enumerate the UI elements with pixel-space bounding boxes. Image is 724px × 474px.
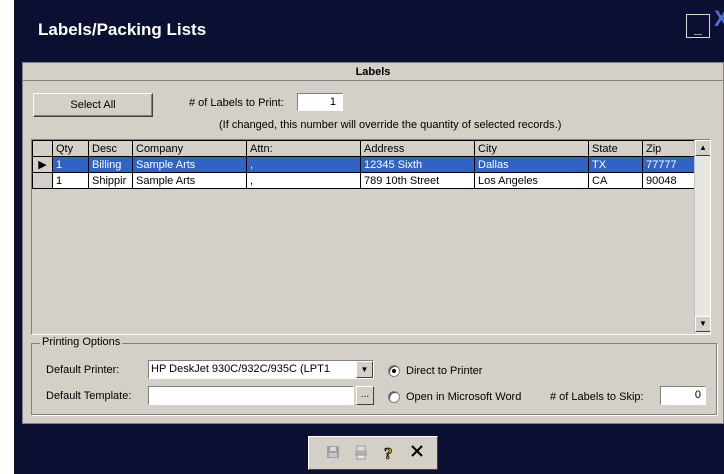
direct-to-printer-radio[interactable] bbox=[388, 365, 400, 377]
dialog-frame: Labels Select All # of Labels to Print: … bbox=[14, 58, 724, 430]
save-icon[interactable] bbox=[323, 444, 343, 464]
cell-zip[interactable]: 90048 bbox=[642, 172, 695, 189]
scroll-down-icon[interactable]: ▼ bbox=[695, 316, 710, 332]
column-header-attn[interactable]: Attn: bbox=[246, 140, 361, 157]
cell-qty[interactable]: 1 bbox=[52, 156, 89, 173]
default-printer-label: Default Printer: bbox=[46, 364, 120, 376]
minimize-button[interactable]: _ bbox=[686, 14, 710, 38]
title-bar: Labels/Packing Lists _ X bbox=[14, 0, 724, 58]
printing-options-legend: Printing Options bbox=[40, 336, 123, 348]
cell-state[interactable]: CA bbox=[588, 172, 643, 189]
window-title: Labels/Packing Lists bbox=[38, 20, 207, 39]
scroll-up-icon[interactable]: ▲ bbox=[695, 140, 710, 156]
cell-city[interactable]: Los Angeles bbox=[474, 172, 589, 189]
chevron-down-icon[interactable]: ▼ bbox=[356, 361, 373, 378]
action-toolbar: ? bbox=[308, 436, 438, 470]
select-all-button[interactable]: Select All bbox=[33, 93, 153, 117]
open-in-word-label[interactable]: Open in Microsoft Word bbox=[406, 391, 521, 403]
cell-company[interactable]: Sample Arts bbox=[132, 172, 247, 189]
close-window-button[interactable]: X bbox=[714, 6, 724, 32]
row-indicator-icon: ▶ bbox=[32, 156, 53, 173]
open-in-word-radio[interactable] bbox=[388, 391, 400, 403]
labels-to-print-hint: (If changed, this number will override t… bbox=[219, 119, 562, 131]
browse-template-button[interactable]: ... bbox=[356, 386, 374, 405]
row-indicator-icon bbox=[32, 172, 53, 189]
printing-options-group: Printing Options Default Printer: HP Des… bbox=[31, 336, 717, 415]
cell-attn[interactable]: , bbox=[246, 156, 361, 173]
cell-desc[interactable]: Billing bbox=[88, 156, 133, 173]
labels-panel: Labels Select All # of Labels to Print: … bbox=[22, 62, 724, 424]
column-header-zip[interactable]: Zip bbox=[642, 140, 695, 157]
labels-to-print-input[interactable]: 1 bbox=[297, 93, 343, 111]
labels-to-skip-label: # of Labels to Skip: bbox=[550, 391, 644, 403]
records-grid[interactable]: Qty Desc Company Attn: Address City Stat… bbox=[31, 139, 711, 335]
default-printer-select[interactable]: HP DeskJet 930C/932C/935C (LPT1 ▼ bbox=[148, 360, 374, 379]
direct-to-printer-label[interactable]: Direct to Printer bbox=[406, 365, 482, 377]
table-row[interactable]: 1 Shippir Sample Arts , 789 10th Street … bbox=[32, 172, 695, 189]
column-header-qty[interactable]: Qty bbox=[52, 140, 89, 157]
cell-address[interactable]: 789 10th Street bbox=[360, 172, 475, 189]
column-header-desc[interactable]: Desc bbox=[88, 140, 133, 157]
help-icon[interactable]: ? bbox=[379, 444, 399, 464]
table-header-row: Qty Desc Company Attn: Address City Stat… bbox=[32, 140, 695, 157]
default-printer-value: HP DeskJet 930C/932C/935C (LPT1 bbox=[151, 363, 330, 375]
cell-company[interactable]: Sample Arts bbox=[132, 156, 247, 173]
cell-qty[interactable]: 1 bbox=[52, 172, 89, 189]
cell-state[interactable]: TX bbox=[588, 156, 643, 173]
column-header-company[interactable]: Company bbox=[132, 140, 247, 157]
print-icon[interactable] bbox=[351, 444, 371, 464]
bottom-bar: ? bbox=[14, 430, 724, 474]
cell-city[interactable]: Dallas bbox=[474, 156, 589, 173]
labels-to-skip-input[interactable]: 0 bbox=[660, 386, 706, 405]
column-header-address[interactable]: Address bbox=[360, 140, 475, 157]
default-template-label: Default Template: bbox=[46, 390, 132, 402]
column-header-state[interactable]: State bbox=[588, 140, 643, 157]
svg-text:?: ? bbox=[384, 444, 393, 462]
table-row[interactable]: ▶ 1 Billing Sample Arts , 12345 Sixth Da… bbox=[32, 156, 695, 173]
cell-desc[interactable]: Shippir bbox=[88, 172, 133, 189]
cell-zip[interactable]: 77777 bbox=[642, 156, 695, 173]
panel-header: Labels bbox=[23, 63, 723, 81]
vertical-scrollbar[interactable]: ▲ ▼ bbox=[694, 140, 710, 334]
cell-address[interactable]: 12345 Sixth bbox=[360, 156, 475, 173]
cell-attn[interactable]: , bbox=[246, 172, 361, 189]
close-icon[interactable] bbox=[407, 444, 427, 464]
records-table: Qty Desc Company Attn: Address City Stat… bbox=[32, 140, 695, 189]
labels-to-print-label: # of Labels to Print: bbox=[189, 97, 284, 109]
column-header-indicator bbox=[32, 140, 53, 157]
default-template-input[interactable] bbox=[148, 386, 354, 405]
grid-body: Qty Desc Company Attn: Address City Stat… bbox=[32, 140, 695, 334]
app-window: Labels/Packing Lists _ X Labels Select A… bbox=[0, 0, 724, 474]
column-header-city[interactable]: City bbox=[474, 140, 589, 157]
